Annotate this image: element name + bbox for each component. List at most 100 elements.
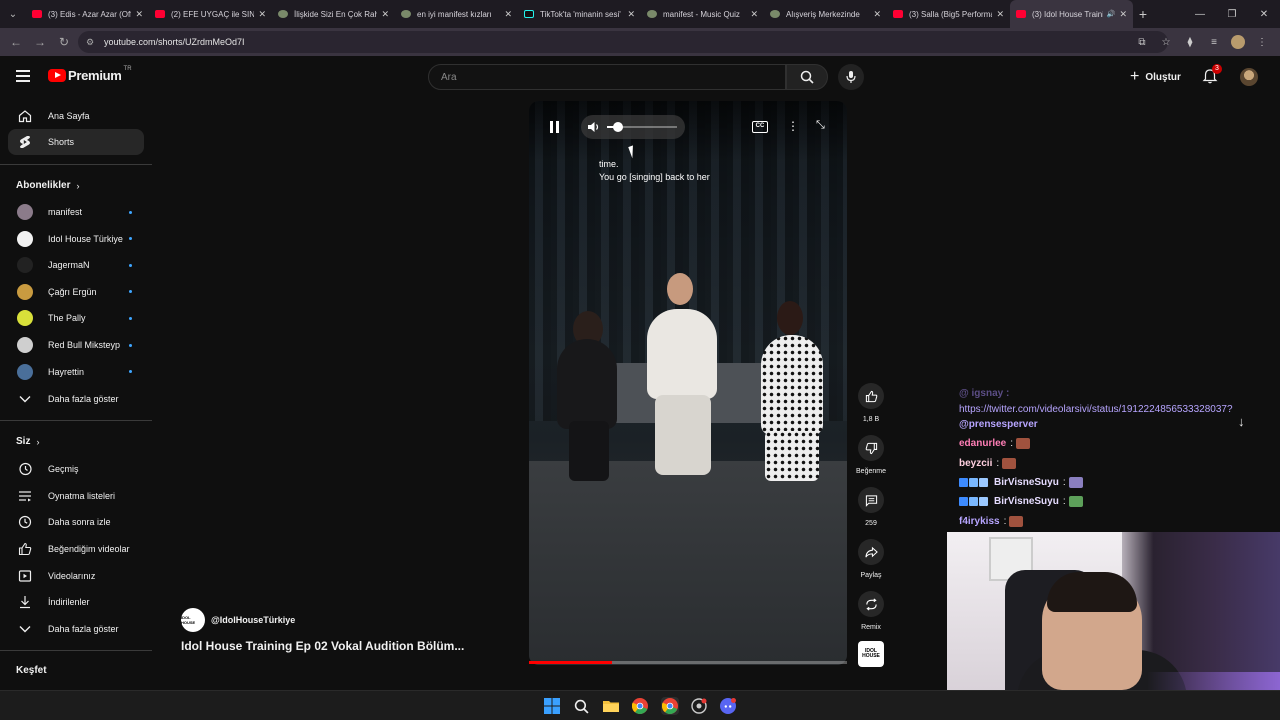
sidebar-item-downloads[interactable]: İndirilenler [8, 589, 144, 615]
browser-tab[interactable]: (2) EFE UYGAÇ ile SINIRLI✕ [149, 0, 272, 28]
voice-search-button[interactable] [838, 64, 864, 90]
subscriptions-title: Abonelikler [16, 180, 71, 191]
video-progress-bar[interactable] [529, 661, 847, 664]
site-info-icon[interactable]: ⚙ [86, 37, 98, 48]
close-window-icon[interactable]: ✕ [1248, 9, 1280, 20]
install-app-icon[interactable]: ⧉ [1130, 37, 1154, 48]
browser-tab[interactable]: (3) Salla (Big5 Performans ✕ [887, 0, 1010, 28]
browser-menu-icon[interactable]: ⋮ [1250, 37, 1274, 48]
tab-search-icon[interactable]: ⌄ [0, 0, 26, 28]
pause-icon[interactable] [549, 121, 561, 133]
sidebar-subscription-item[interactable]: The Pally [8, 305, 144, 331]
close-tab-icon[interactable]: ✕ [1119, 9, 1127, 20]
chrome-active-icon[interactable] [661, 697, 679, 715]
media-control-icon[interactable]: ≡ [1202, 37, 1226, 48]
maximize-icon[interactable]: ❐ [1216, 9, 1248, 20]
webcam-led-glow [1147, 672, 1280, 690]
browser-tab[interactable]: (3) Edis - Azar Azar (Official Vide✕ [26, 0, 149, 28]
minimize-icon[interactable]: — [1184, 9, 1216, 20]
channel-thumbnail[interactable]: IDOL HOUSE [858, 641, 884, 667]
close-tab-icon[interactable]: ✕ [504, 9, 512, 20]
notifications-button[interactable]: 3 [1202, 64, 1222, 86]
close-tab-icon[interactable]: ✕ [873, 9, 881, 20]
file-explorer-icon[interactable] [602, 697, 620, 715]
search-input[interactable]: Ara [428, 64, 786, 90]
channel-avatar[interactable]: IDOL HOUSE [181, 608, 205, 632]
you-heading[interactable]: Siz › [16, 436, 39, 447]
discord-icon[interactable] [719, 697, 737, 715]
sidebar-item-playlists[interactable]: Oynatma listeleri [8, 483, 144, 509]
close-tab-icon[interactable]: ✕ [135, 9, 143, 20]
channel-avatar [17, 204, 33, 220]
sidebar-subscription-item[interactable]: JagermaN [8, 252, 144, 278]
create-button[interactable]: + Oluştur [1130, 68, 1181, 86]
browser-tab[interactable]: İlişkide Sizi En Çok Rahatsız✕ [272, 0, 395, 28]
sidebar-subscription-item[interactable]: Çağrı Ergün [8, 279, 144, 305]
more-options-icon[interactable]: ⋮ [787, 119, 799, 133]
logo-text: Premium [68, 68, 122, 83]
channel-info[interactable]: IDOL HOUSE @IdolHouseTürkiye [181, 608, 295, 632]
shorts-video-player[interactable] [529, 101, 847, 665]
browser-tab[interactable]: (3) Idol House Training 🔊✕ [1010, 0, 1133, 28]
chrome-icon[interactable] [631, 697, 649, 715]
fullscreen-icon[interactable]: ⤡ [816, 119, 825, 132]
sidebar-subscription-item[interactable]: Red Bull Miksteyp [8, 332, 144, 358]
captions-icon[interactable]: CC [752, 121, 768, 133]
share-button[interactable] [858, 539, 884, 565]
menu-icon[interactable] [16, 70, 30, 82]
sidebar-show-more-subs[interactable]: Daha fazla göster [8, 386, 144, 412]
arrow-down-icon[interactable]: ↓ [1238, 414, 1245, 429]
sidebar-subscription-item[interactable]: manifest [8, 199, 144, 225]
like-button[interactable] [858, 383, 884, 409]
like-icon [17, 541, 33, 557]
sidebar-item-shorts[interactable]: Shorts [8, 129, 144, 155]
browser-tab[interactable]: en iyi manifest kızları ✕ [395, 0, 518, 28]
tab-audio-icon[interactable]: 🔊 [1107, 10, 1116, 18]
volume-slider-knob[interactable] [612, 122, 623, 132]
sidebar-item-your-videos[interactable]: Videolarınız [8, 563, 144, 589]
streaming-app-icon[interactable] [690, 697, 708, 715]
profile-avatar[interactable] [1231, 35, 1245, 49]
sidebar-subscription-item[interactable]: Hayrettin [8, 359, 144, 385]
channel-avatar [17, 310, 33, 327]
remix-button[interactable] [858, 591, 884, 617]
address-bar[interactable]: ⚙ youtube.com/shorts/UZrdmMeOd7I [78, 31, 1168, 53]
comments-button[interactable] [858, 487, 884, 513]
sidebar-item-watch-later[interactable]: Daha sonra izle [8, 509, 144, 535]
browser-tab[interactable]: TikTok'ta 'minanin sesi' ✕ [518, 0, 641, 28]
youtube-premium-logo[interactable]: Premium TR [48, 66, 132, 83]
extensions-icon[interactable]: ⧫ [1178, 37, 1202, 48]
taskbar-search-icon[interactable] [572, 697, 590, 715]
close-tab-icon[interactable]: ✕ [627, 9, 635, 20]
back-icon[interactable]: ← [4, 35, 28, 49]
volume-control[interactable] [581, 115, 685, 139]
chat-link[interactable]: https://twitter.com/videolarsivi/status/… [959, 404, 1233, 415]
browser-tab[interactable]: Alışveriş Merkezinde ✕ [764, 0, 887, 28]
new-tab-button[interactable]: + [1133, 6, 1153, 22]
channel-handle[interactable]: @IdolHouseTürkiye [211, 615, 295, 625]
sidebar-item-label: JagermaN [48, 260, 90, 271]
volume-slider-track[interactable] [607, 122, 677, 132]
sidebar-item-home[interactable]: Ana Sayfa [8, 103, 144, 129]
reload-icon[interactable]: ↻ [52, 35, 76, 49]
browser-tab[interactable]: manifest - Music Quiz ✕ [641, 0, 764, 28]
bookmark-star-icon[interactable]: ☆ [1154, 37, 1178, 48]
close-tab-icon[interactable]: ✕ [381, 9, 389, 20]
sidebar-item-history[interactable]: Geçmiş [8, 456, 144, 482]
windows-start-icon[interactable] [543, 697, 561, 715]
close-tab-icon[interactable]: ✕ [996, 9, 1004, 20]
sidebar-item-liked-videos[interactable]: Beğendiğim videolar [8, 536, 144, 562]
close-tab-icon[interactable]: ✕ [258, 9, 266, 20]
video-title[interactable]: Idol House Training Ep 02 Vokal Audition… [181, 639, 464, 653]
subscriptions-heading[interactable]: Abonelikler › [16, 180, 79, 191]
like-count: 1,8 B [862, 416, 880, 423]
forward-icon[interactable]: → [28, 35, 52, 49]
account-avatar[interactable] [1240, 68, 1258, 86]
dislike-button[interactable] [858, 435, 884, 461]
chat-username: @prensesperver [959, 419, 1038, 430]
sidebar-show-more-you[interactable]: Daha fazla göster [8, 616, 144, 642]
sidebar-item-label: Red Bull Miksteyp [48, 340, 121, 350]
sidebar-subscription-item[interactable]: Idol House Türkiye [8, 226, 144, 252]
search-button[interactable] [786, 64, 828, 90]
close-tab-icon[interactable]: ✕ [750, 9, 758, 20]
